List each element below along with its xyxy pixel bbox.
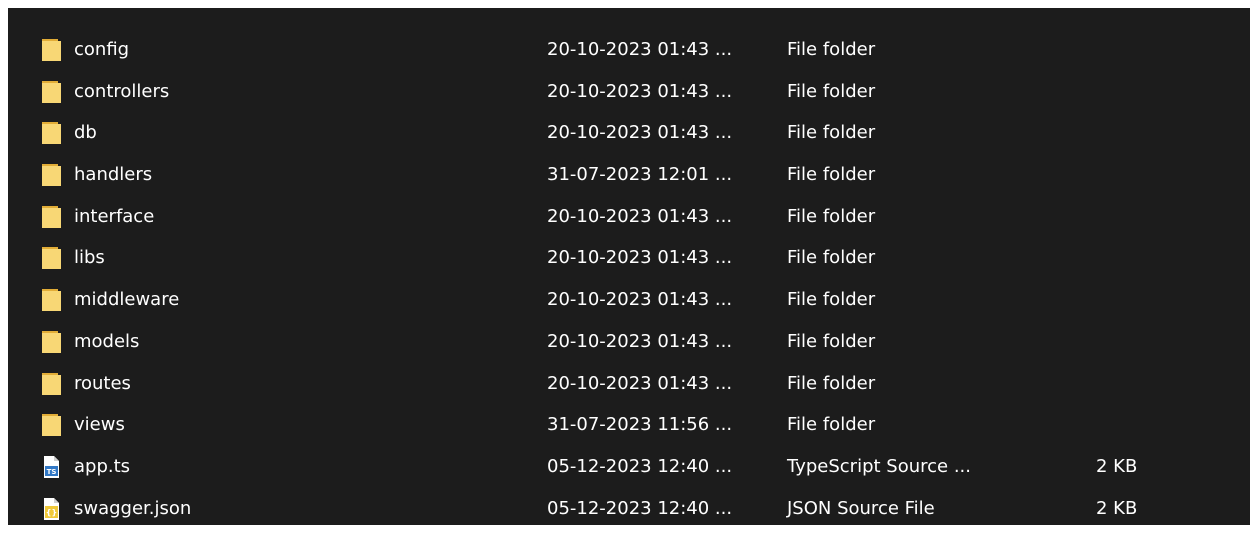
file-type: File folder [787, 80, 876, 102]
file-type: File folder [787, 247, 876, 269]
list-item[interactable]: TS app.ts 05-12-2023 12:40 ... TypeScrip… [8, 446, 1250, 488]
file-size: 2 KB [1096, 497, 1138, 519]
folder-icon [42, 205, 61, 228]
file-date-modified: 31-07-2023 11:56 ... [547, 414, 733, 436]
file-name: routes [74, 372, 131, 394]
list-item[interactable]: views 31-07-2023 11:56 ... File folder [8, 404, 1250, 446]
file-date-modified: 20-10-2023 01:43 ... [547, 39, 733, 60]
file-date-modified: 05-12-2023 12:40 ... [547, 455, 733, 477]
file-date-modified: 20-10-2023 01:43 ... [547, 330, 733, 352]
file-date-modified: 20-10-2023 01:43 ... [547, 289, 733, 311]
folder-icon [42, 247, 61, 270]
folder-icon [42, 164, 61, 187]
file-date-modified: 20-10-2023 01:43 ... [547, 247, 733, 269]
file-name: db [74, 122, 97, 144]
file-name: models [74, 330, 140, 352]
list-item[interactable]: interface 20-10-2023 01:43 ... File fold… [8, 196, 1250, 238]
file-name: middleware [74, 289, 180, 311]
file-type: File folder [787, 205, 876, 227]
list-item[interactable]: {} swagger.json 05-12-2023 12:40 ... JSO… [8, 488, 1250, 530]
file-name: interface [74, 205, 155, 227]
file-name: controllers [74, 80, 170, 102]
file-name: config [74, 39, 130, 60]
list-item[interactable]: config 20-10-2023 01:43 ... File folder [8, 29, 1250, 71]
list-item[interactable]: controllers 20-10-2023 01:43 ... File fo… [8, 71, 1250, 113]
list-item[interactable]: routes 20-10-2023 01:43 ... File folder [8, 363, 1250, 405]
file-name: libs [74, 247, 105, 269]
list-item[interactable]: handlers 31-07-2023 12:01 ... File folde… [8, 154, 1250, 196]
file-type: File folder [787, 39, 876, 60]
list-item[interactable]: middleware 20-10-2023 01:43 ... File fol… [8, 279, 1250, 321]
file-type: File folder [787, 414, 876, 436]
file-icon-label: TS [47, 468, 57, 476]
file-date-modified: 20-10-2023 01:43 ... [547, 122, 733, 144]
list-item[interactable]: models 20-10-2023 01:43 ... File folder [8, 321, 1250, 363]
file-date-modified: 20-10-2023 01:43 ... [547, 372, 733, 394]
list-item[interactable]: libs 20-10-2023 01:43 ... File folder [8, 237, 1250, 279]
file-explorer-window: config 20-10-2023 01:43 ... File folder … [8, 8, 1250, 525]
file-name: handlers [74, 164, 153, 186]
file-size: 2 KB [1096, 455, 1138, 477]
file-date-modified: 20-10-2023 01:43 ... [547, 80, 733, 102]
folder-icon [42, 414, 61, 437]
file-date-modified: 05-12-2023 12:40 ... [547, 497, 733, 519]
file-name: swagger.json [74, 497, 192, 519]
file-icon-label: {} [46, 508, 57, 517]
file-type: File folder [787, 164, 876, 186]
file-name: views [74, 414, 125, 436]
json-file-icon: {} [44, 497, 59, 520]
file-type: File folder [787, 330, 876, 352]
file-date-modified: 31-07-2023 12:01 ... [547, 164, 733, 186]
file-type: JSON Source File [787, 497, 935, 519]
file-type: File folder [787, 372, 876, 394]
file-type: TypeScript Source ... [787, 455, 971, 477]
folder-icon [42, 372, 61, 395]
file-name: app.ts [74, 455, 131, 477]
folder-icon [42, 80, 61, 103]
folder-icon [42, 39, 61, 61]
folder-icon [42, 289, 61, 312]
file-type: File folder [787, 122, 876, 144]
list-item[interactable]: db 20-10-2023 01:43 ... File folder [8, 112, 1250, 154]
file-list: config 20-10-2023 01:43 ... File folder … [8, 29, 1250, 529]
file-date-modified: 20-10-2023 01:43 ... [547, 205, 733, 227]
folder-icon [42, 330, 61, 353]
typescript-file-icon: TS [44, 455, 59, 478]
folder-icon [42, 122, 61, 145]
file-type: File folder [787, 289, 876, 311]
